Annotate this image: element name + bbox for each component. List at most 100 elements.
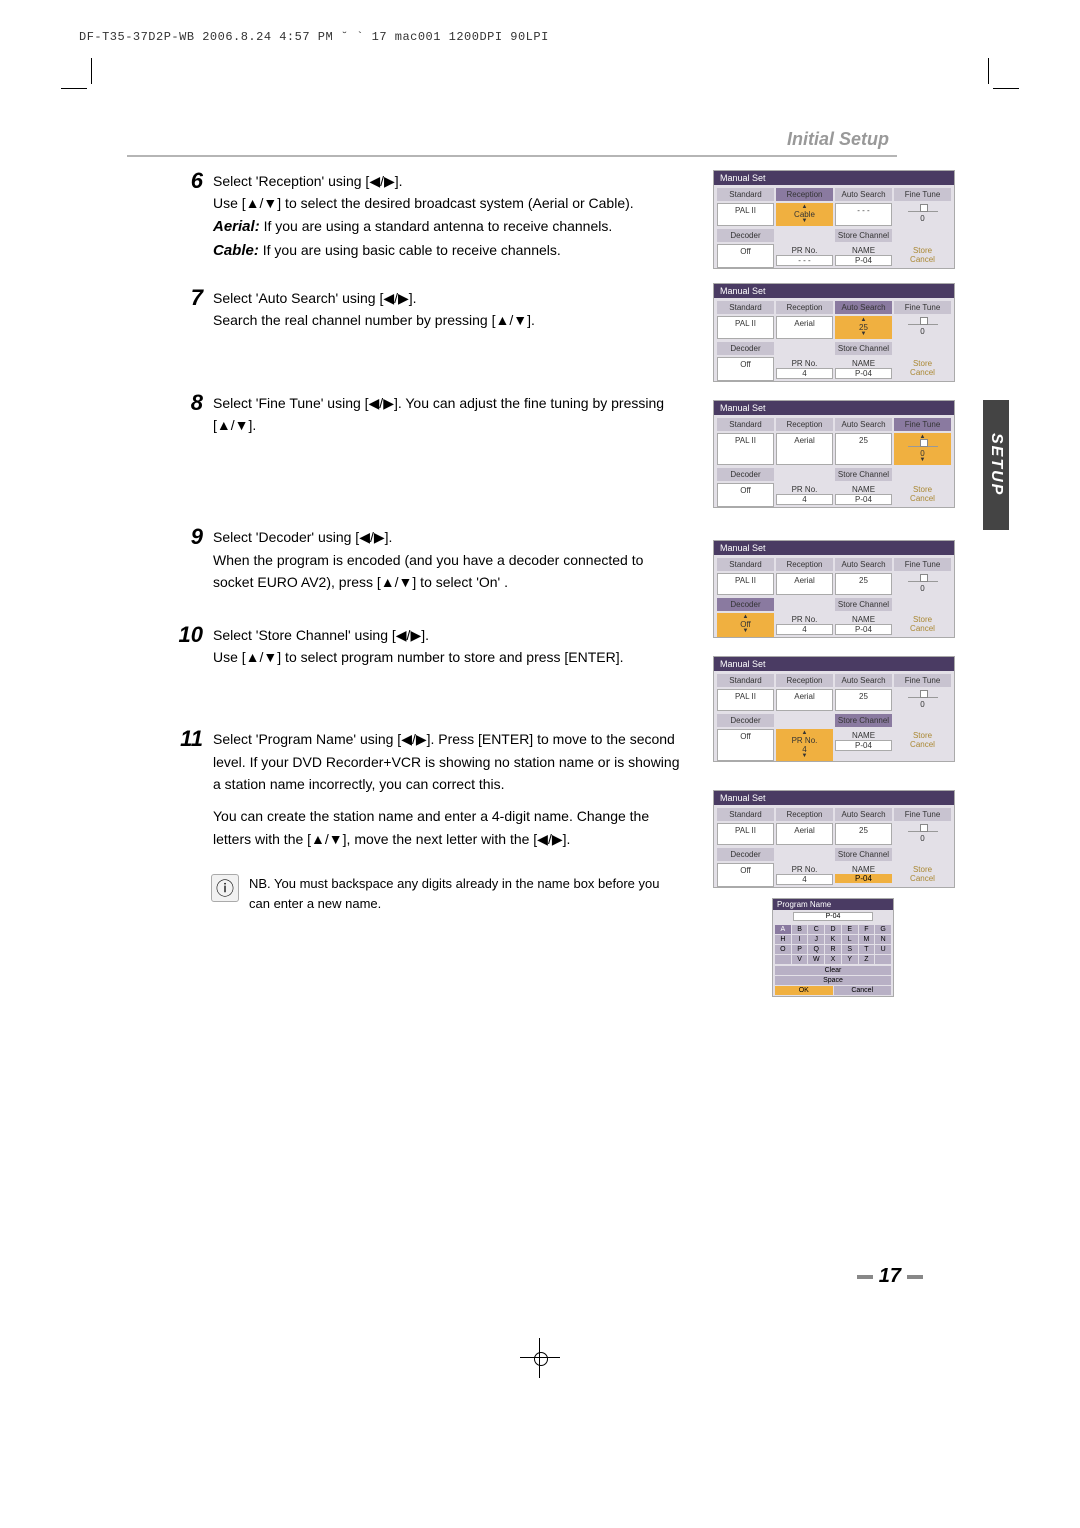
kb-key: Y: [842, 955, 858, 964]
col: Auto Search: [835, 188, 892, 201]
val: Off: [717, 244, 774, 268]
prno: PR No.- - -: [776, 244, 833, 268]
step-text: Select 'Decoder' using [◀/▶]. When the p…: [207, 526, 683, 593]
prno: PR No.4: [776, 357, 833, 381]
actions: StoreCancel: [894, 613, 951, 637]
kb-cancel: Cancel: [834, 986, 892, 995]
step-number: 9: [171, 526, 207, 548]
kb-key: T: [859, 945, 875, 954]
col: Auto Search: [835, 418, 892, 431]
menu-title: Manual Set: [714, 171, 954, 185]
line: Select 'Decoder' using [◀/▶].: [213, 526, 683, 548]
kb-space: Space: [775, 976, 891, 985]
kb-key: A: [775, 925, 791, 934]
menu-title: Manual Set: [714, 657, 954, 671]
val: Cable: [776, 203, 833, 226]
text: If you are using a standard antenna to r…: [264, 218, 613, 234]
val: 0: [894, 823, 951, 845]
kb-key: X: [825, 955, 841, 964]
program-name-keyboard: Program Name P-04 ABCDEFGHIJKLMNOPQRSTUV…: [772, 898, 894, 997]
kb-key: E: [842, 925, 858, 934]
col: Store Channel: [835, 468, 892, 481]
col: Decoder: [717, 848, 774, 861]
kb-key: V: [792, 955, 808, 964]
col: Fine Tune: [894, 418, 951, 431]
val: Aerial: [776, 689, 833, 711]
col: Reception: [776, 808, 833, 821]
val: Off: [717, 483, 774, 507]
kb-key: R: [825, 945, 841, 954]
step-number: 7: [171, 287, 207, 309]
col: Decoder: [717, 468, 774, 481]
kb-key: P: [792, 945, 808, 954]
kb-key: I: [792, 935, 808, 944]
menu-reception: Manual Set Standard Reception Auto Searc…: [713, 170, 955, 269]
step-number: 10: [171, 624, 207, 646]
line: Select 'Reception' using [◀/▶].: [213, 170, 683, 192]
step-number: 8: [171, 392, 207, 414]
val: Aerial: [776, 823, 833, 845]
col: Standard: [717, 301, 774, 314]
col: Fine Tune: [894, 558, 951, 571]
name: NAMEP-04: [835, 357, 892, 381]
name: NAMEP-04: [835, 613, 892, 637]
col: Auto Search: [835, 558, 892, 571]
kb-key: [875, 955, 891, 964]
val: 0: [894, 573, 951, 595]
section-rule: [127, 155, 897, 157]
val: Off: [717, 729, 774, 761]
col: Store Channel: [835, 598, 892, 611]
val: 0: [894, 433, 951, 465]
col: Decoder: [717, 229, 774, 242]
val: Aerial: [776, 433, 833, 465]
menu-panels: Manual Set Standard Reception Auto Searc…: [713, 170, 953, 997]
val: 0: [894, 316, 951, 339]
val: Off: [717, 357, 774, 381]
step-number: 11: [171, 728, 207, 750]
page: DF-T35-37D2P-WB 2006.8.24 4:57 PM ˘ ` 17…: [61, 30, 1019, 1498]
val: Aerial: [776, 316, 833, 339]
line: You can create the station name and ente…: [213, 805, 683, 850]
actions: StoreCancel: [894, 244, 951, 268]
kb-row: OK Cancel: [773, 986, 893, 996]
prno: PR No.4: [776, 729, 833, 761]
kb-ok: OK: [775, 986, 833, 995]
kb-key: C: [808, 925, 824, 934]
line: Aerial: If you are using a standard ante…: [213, 215, 683, 239]
col: Decoder: [717, 598, 774, 611]
side-tab: SETUP: [983, 400, 1009, 530]
col: Standard: [717, 418, 774, 431]
menu-finetune: Manual Set Standard Reception Auto Searc…: [713, 400, 955, 508]
col: Fine Tune: [894, 301, 951, 314]
val: PAL II: [717, 316, 774, 339]
line: Select 'Store Channel' using [◀/▶].: [213, 624, 683, 646]
name: NAMEP-04: [835, 863, 892, 887]
line: Use [▲/▼] to select program number to st…: [213, 646, 683, 668]
menu-title: Manual Set: [714, 791, 954, 805]
kb-value: P-04: [793, 912, 873, 921]
col: Store Channel: [835, 229, 892, 242]
line: Select 'Fine Tune' using [◀/▶]. You can …: [213, 392, 683, 437]
prno: PR No.4: [776, 863, 833, 887]
val: 25: [835, 433, 892, 465]
val: - - -: [835, 203, 892, 226]
file-header: DF-T35-37D2P-WB 2006.8.24 4:57 PM ˘ ` 17…: [79, 30, 1019, 44]
col: Store Channel: [835, 342, 892, 355]
actions: StoreCancel: [894, 357, 951, 381]
line: Cable: If you are using basic cable to r…: [213, 239, 683, 263]
col: Fine Tune: [894, 188, 951, 201]
val: 0: [894, 689, 951, 711]
col: Reception: [776, 188, 833, 201]
kb-key: G: [875, 925, 891, 934]
col: Fine Tune: [894, 808, 951, 821]
kb-key: N: [875, 935, 891, 944]
val: 25: [835, 689, 892, 711]
val: PAL II: [717, 203, 774, 226]
line: When the program is encoded (and you hav…: [213, 549, 683, 594]
val: PAL II: [717, 573, 774, 595]
col: Store Channel: [835, 714, 892, 727]
line: Use [▲/▼] to select the desired broadcas…: [213, 192, 683, 214]
name: NAMEP-04: [835, 729, 892, 761]
val: Off: [717, 863, 774, 887]
kb-key: Q: [808, 945, 824, 954]
